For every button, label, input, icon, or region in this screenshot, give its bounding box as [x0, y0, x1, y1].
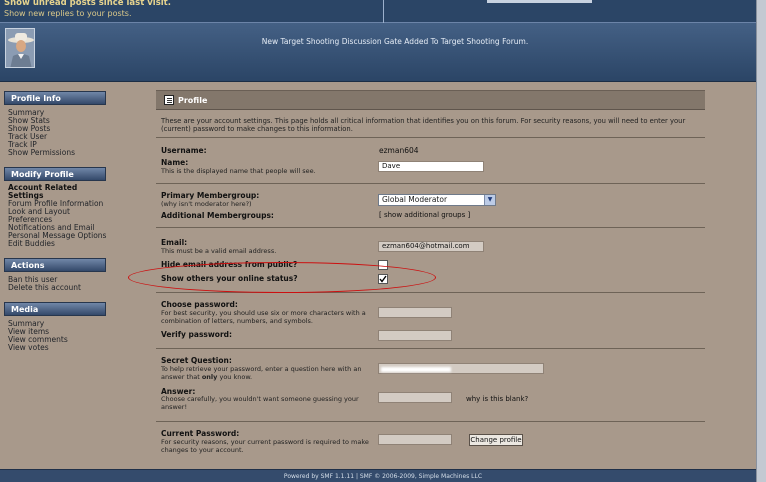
membergroup-selected: Global Moderator	[382, 195, 448, 204]
divider	[156, 348, 705, 349]
sidebar-item-account-settings[interactable]: Account Related Settings	[8, 184, 78, 200]
username-value: ezman604	[379, 146, 419, 155]
name-field[interactable]: Dave	[378, 161, 484, 172]
avatar-image	[6, 29, 34, 67]
search-bar[interactable]	[487, 0, 592, 3]
top-strip: Show unread posts since last visit. Show…	[0, 0, 766, 23]
sidebar-item-view-votes[interactable]: View votes	[8, 344, 49, 352]
sidebar-item-show-permissions[interactable]: Show Permissions	[8, 149, 75, 157]
secret-question-label: Secret Question:	[161, 356, 232, 365]
footer: Powered by SMF 1.1.11 | SMF © 2006-2009,…	[0, 469, 766, 482]
profile-intro: These are your account settings. This pa…	[161, 117, 686, 133]
why-blank-link[interactable]: why is this blank?	[466, 395, 528, 403]
actions-header: Actions	[4, 258, 106, 272]
answer-sub: Choose carefully, you wouldn't want some…	[161, 395, 359, 411]
membergroup-sub-link[interactable]: (why isn't moderator here?)	[161, 200, 252, 209]
additional-groups-label: Additional Membergroups:	[161, 211, 274, 220]
scrollbar[interactable]	[756, 0, 766, 482]
secret-sub-part1: To help retrieve your password, enter a …	[161, 365, 362, 381]
divider	[156, 227, 705, 228]
current-password-sub: For security reasons, your current passw…	[161, 438, 369, 454]
verify-password-field[interactable]	[378, 330, 452, 341]
choose-password-label: Choose password:	[161, 300, 238, 309]
sidebar-item-look-layout[interactable]: Look and Layout Preferences	[8, 208, 80, 224]
email-sub: This must be a valid email address.	[161, 247, 277, 255]
modify-profile-header: Modify Profile	[4, 167, 106, 181]
membergroup-select[interactable]: Global Moderator ▼	[378, 194, 496, 206]
media-header: Media	[4, 302, 106, 316]
verify-password-label: Verify password:	[161, 330, 233, 339]
secret-question-sub: To help retrieve your password, enter a …	[161, 365, 376, 381]
header-divider	[383, 0, 384, 23]
profile-title: Profile	[178, 96, 208, 105]
redacted-text	[381, 367, 451, 372]
chevron-down-icon[interactable]: ▼	[484, 195, 495, 205]
show-replies-link[interactable]: Show new replies to your posts.	[4, 9, 132, 18]
secret-question-field[interactable]	[378, 363, 544, 374]
answer-field[interactable]	[378, 392, 452, 403]
choose-password-sub: For best security, you should use six or…	[161, 309, 366, 325]
annotation-ellipse	[128, 262, 436, 293]
divider	[156, 183, 705, 184]
news-ticker: New Target Shooting Discussion Gate Adde…	[261, 37, 529, 46]
sidebar-item-edit-buddies[interactable]: Edit Buddies	[8, 240, 55, 248]
profile-title-bar: Profile	[156, 90, 705, 110]
avatar	[5, 28, 35, 68]
change-profile-button[interactable]: Change profile	[469, 434, 523, 446]
divider	[156, 137, 705, 138]
divider	[156, 421, 705, 422]
current-password-field[interactable]	[378, 434, 452, 445]
username-label: Username:	[161, 146, 207, 155]
email-field[interactable]: ezman604@hotmail.com	[378, 241, 484, 252]
membergroup-label: Primary Membergroup:	[161, 191, 260, 200]
email-label: Email:	[161, 238, 188, 247]
show-additional-groups-link[interactable]: [ show additional groups ]	[379, 211, 470, 219]
choose-password-field[interactable]	[378, 307, 452, 318]
show-unread-link[interactable]: Show unread posts since last visit.	[4, 0, 171, 8]
profile-icon	[164, 95, 174, 105]
secret-sub-only: only	[201, 372, 218, 381]
current-password-label: Current Password:	[161, 429, 240, 438]
name-label: Name:	[161, 158, 189, 167]
name-sub: This is the displayed name that people w…	[161, 167, 316, 175]
profile-info-header: Profile Info	[4, 91, 106, 105]
secret-sub-part2: you know.	[219, 372, 253, 381]
sidebar-item-delete-account[interactable]: Delete this account	[8, 284, 81, 292]
